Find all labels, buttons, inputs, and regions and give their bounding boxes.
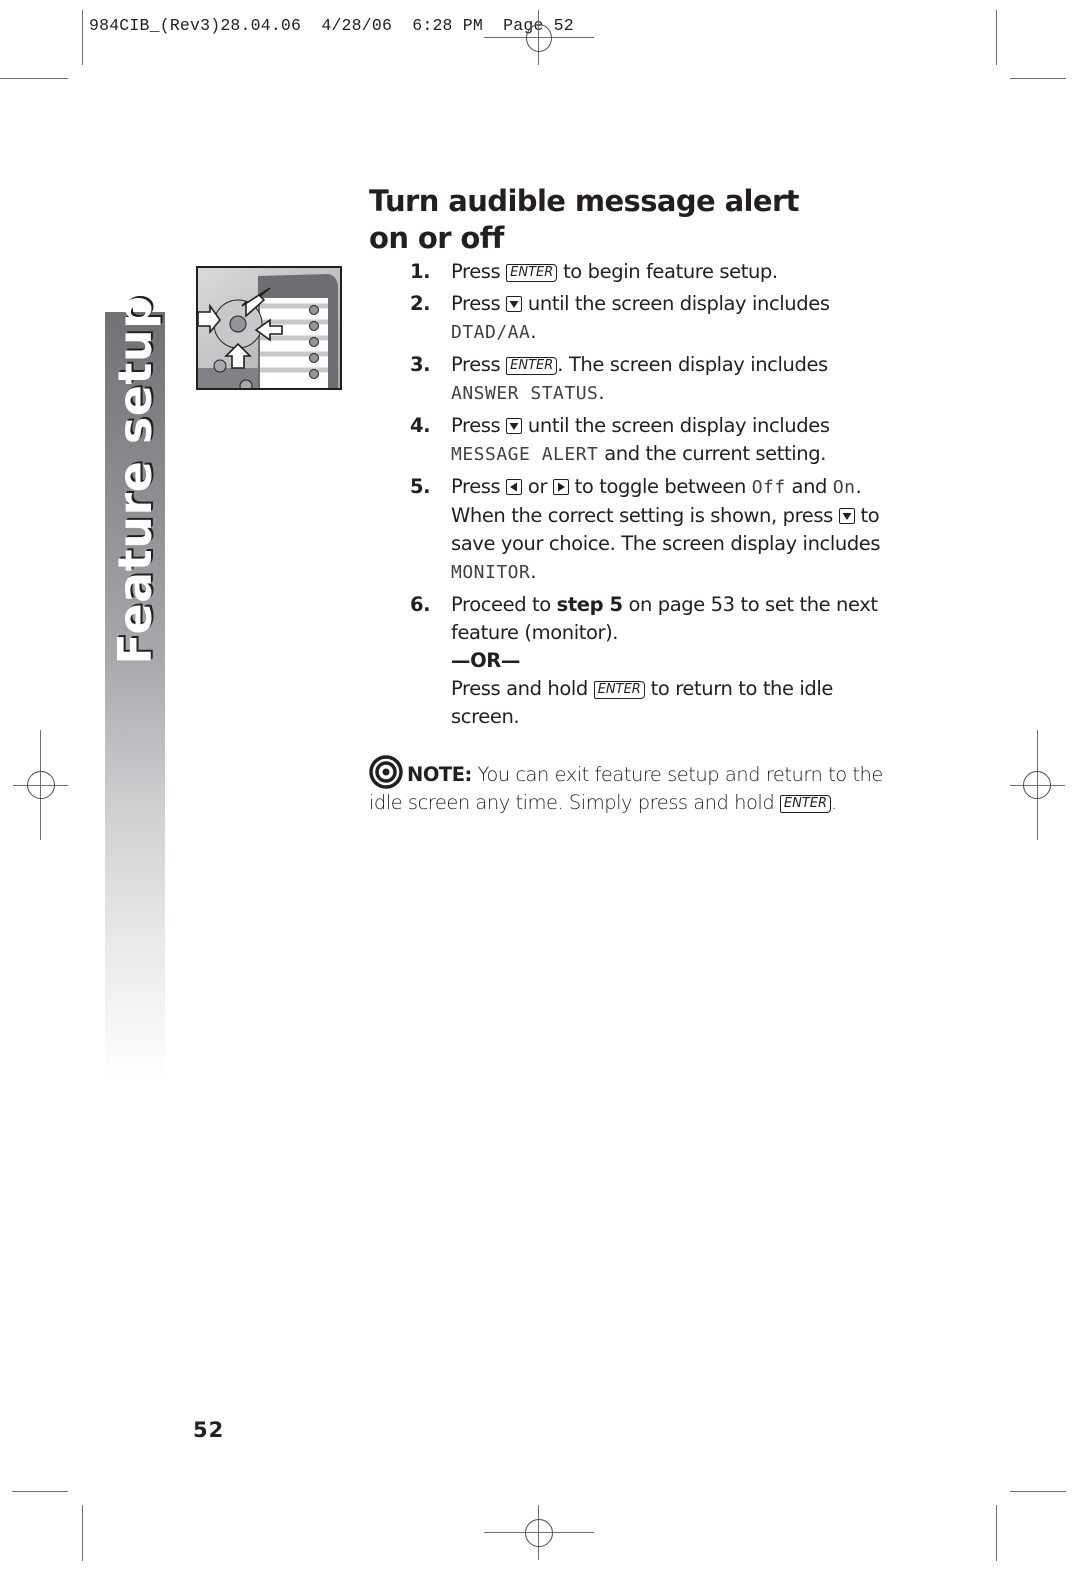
enter-key-icon: ENTER bbox=[506, 264, 558, 282]
crop-mark bbox=[12, 1491, 68, 1493]
lcd-display-text: ANSWER STATUS bbox=[451, 383, 599, 404]
crop-mark bbox=[996, 1505, 998, 1561]
down-arrow-key-icon bbox=[506, 418, 523, 434]
step-text: Press bbox=[451, 414, 507, 437]
or-separator: —OR— bbox=[451, 649, 520, 672]
note-text: . bbox=[831, 791, 837, 814]
step-item: 5. Press or to toggle between Off and On… bbox=[410, 473, 910, 587]
page-number: 52 bbox=[193, 1418, 225, 1442]
step-number: 4. bbox=[410, 414, 431, 437]
note-text: You can exit feature setup and return to… bbox=[471, 763, 884, 786]
registration-circle bbox=[525, 1519, 553, 1547]
down-arrow-key-icon bbox=[838, 508, 855, 524]
step-number: 1. bbox=[410, 260, 431, 283]
step-text: Press bbox=[451, 353, 507, 376]
crop-mark bbox=[996, 10, 998, 65]
step-text: until the screen display includes bbox=[522, 292, 830, 315]
section-title-line2: on or off bbox=[369, 221, 504, 255]
step-text: Proceed to bbox=[451, 593, 557, 616]
left-arrow-key-icon bbox=[506, 479, 523, 495]
handset-illustration bbox=[196, 266, 342, 390]
step-text: screen. bbox=[451, 705, 520, 728]
crop-mark bbox=[82, 1505, 84, 1561]
step-text: feature (monitor). bbox=[451, 621, 619, 644]
step-text: save your choice. The screen display inc… bbox=[451, 532, 881, 555]
step-text: . bbox=[530, 560, 537, 583]
step-text: . bbox=[530, 320, 537, 343]
steps-list: 1. Press ENTER to begin feature setup. 2… bbox=[410, 258, 910, 735]
lcd-display-text: DTAD/AA bbox=[451, 322, 531, 343]
step-text: to begin feature setup. bbox=[557, 260, 778, 283]
step-text: until the screen display includes bbox=[522, 414, 830, 437]
section-side-tab-label: Feature setup bbox=[108, 295, 162, 665]
step-number: 5. bbox=[410, 475, 431, 498]
step-text: . bbox=[855, 475, 862, 498]
step-text: or bbox=[522, 475, 553, 498]
note-text: idle screen any time. Simply press and h… bbox=[369, 791, 780, 814]
note-label: NOTE: bbox=[407, 763, 472, 786]
step-text: and bbox=[785, 475, 833, 498]
right-arrow-key-icon bbox=[552, 479, 569, 495]
enter-key-icon: ENTER bbox=[779, 795, 832, 813]
step-text: to toggle between bbox=[568, 475, 752, 498]
lcd-display-text: MESSAGE ALERT bbox=[451, 444, 599, 465]
registration-circle bbox=[1023, 771, 1051, 799]
down-arrow-key-icon bbox=[506, 296, 523, 312]
step-number: 3. bbox=[410, 353, 431, 376]
section-title-line1: Turn audible message alert bbox=[369, 184, 800, 218]
lcd-display-text: On bbox=[832, 477, 856, 498]
step-text: and the current setting. bbox=[598, 442, 827, 465]
crop-mark bbox=[1010, 78, 1066, 80]
step-item: 1. Press ENTER to begin feature setup. bbox=[410, 258, 910, 286]
step-text: on page 53 to set the next bbox=[622, 593, 878, 616]
registration-circle bbox=[27, 771, 55, 799]
step-text: Press bbox=[451, 475, 507, 498]
step-text: Press and hold bbox=[451, 677, 594, 700]
step-text: Press bbox=[451, 292, 507, 315]
step-item: 2. Press until the screen display includ… bbox=[410, 290, 910, 347]
step-text: . The screen display includes bbox=[557, 353, 828, 376]
step-item: 4. Press until the screen display includ… bbox=[410, 412, 910, 469]
registration-circle bbox=[526, 24, 552, 52]
lcd-display-text: Off bbox=[751, 477, 786, 498]
handset-keypad-icon bbox=[198, 268, 340, 388]
crop-mark bbox=[0, 78, 68, 80]
step-number: 2. bbox=[410, 292, 431, 315]
note-block: NOTE: You can exit feature setup and ret… bbox=[369, 755, 909, 817]
step-text: When the correct setting is shown, press bbox=[451, 504, 839, 527]
step-number: 6. bbox=[410, 593, 431, 616]
enter-key-icon: ENTER bbox=[506, 357, 558, 375]
print-slug: 984CIB_(Rev3)28.04.06 4/28/06 6:28 PM Pa… bbox=[89, 16, 574, 35]
note-target-icon bbox=[369, 755, 403, 789]
step-item: 3. Press ENTER. The screen display inclu… bbox=[410, 351, 910, 408]
step-text: Press bbox=[451, 260, 507, 283]
step-item: 6. Proceed to step 5 on page 53 to set t… bbox=[410, 591, 910, 731]
step-text: to bbox=[854, 504, 880, 527]
section-title: Turn audible message alert on or off bbox=[369, 183, 800, 257]
step-text: to return to the idle bbox=[644, 677, 834, 700]
crop-mark bbox=[82, 10, 84, 65]
lcd-display-text: MONITOR bbox=[451, 562, 531, 583]
step-text: . bbox=[598, 381, 605, 404]
enter-key-icon: ENTER bbox=[593, 681, 645, 699]
step-reference: step 5 bbox=[556, 593, 623, 616]
crop-mark bbox=[1010, 1491, 1066, 1493]
